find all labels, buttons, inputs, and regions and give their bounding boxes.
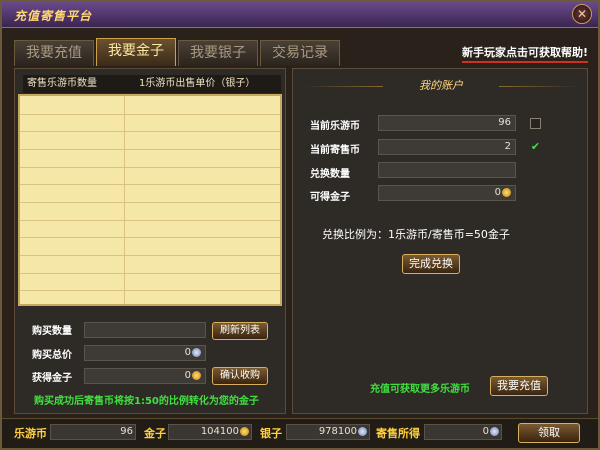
silver-coin-icon bbox=[192, 347, 201, 357]
total-row: 购买总价 bbox=[32, 346, 72, 361]
row-divider bbox=[20, 219, 280, 221]
exchange-qty-label: 兑换数量 bbox=[310, 169, 350, 180]
footer-coin-label: 乐游币 bbox=[14, 427, 47, 440]
window-title: 充值寄售平台 bbox=[14, 9, 93, 23]
column-header-quantity: 寄售乐游币数量 bbox=[27, 78, 97, 89]
qty-input[interactable] bbox=[84, 322, 206, 338]
gold-coin-icon bbox=[240, 426, 249, 436]
exchange-ratio: 兑换比例为：1乐游币/寄售币=50金子 bbox=[322, 228, 510, 241]
recharge-button[interactable]: 我要充值 bbox=[490, 376, 548, 396]
gold-coin-icon bbox=[502, 187, 511, 197]
total-price-field: 0 bbox=[84, 345, 206, 361]
titlebar: 充值寄售平台 ✕ bbox=[2, 2, 598, 28]
footer-consign-field: 0 bbox=[424, 424, 502, 440]
consign-coin-field: 2 bbox=[378, 139, 516, 155]
checkmark-icon: ✔ bbox=[530, 140, 541, 153]
listing-table[interactable] bbox=[18, 94, 282, 306]
footer-gold-label: 金子 bbox=[144, 427, 166, 440]
claim-button[interactable]: 领取 bbox=[518, 423, 580, 443]
footer-coin-field: 96 bbox=[50, 424, 136, 440]
gold-gain-label: 可得金子 bbox=[310, 192, 350, 203]
gold-gain-value: 0 bbox=[184, 370, 191, 381]
gold-gain-field: 0 bbox=[84, 368, 206, 384]
row-divider bbox=[20, 184, 280, 186]
gold-label: 获得金子 bbox=[32, 373, 72, 384]
listing-header: 寄售乐游币数量 1乐游币出售单价（银子） bbox=[23, 75, 281, 93]
recharge-tip: 充值可获取更多乐游币 bbox=[370, 384, 470, 395]
gold-row: 获得金子 bbox=[32, 369, 72, 384]
account-gold-field: 0 bbox=[378, 185, 516, 201]
row-divider bbox=[20, 255, 280, 256]
footer-consign-label: 寄售所得 bbox=[376, 427, 420, 440]
tab-buy-gold[interactable]: 我要金子 bbox=[96, 38, 176, 66]
current-coin-field: 96 bbox=[378, 115, 516, 131]
gold-coin-icon bbox=[192, 370, 201, 380]
exchange-qty-input[interactable] bbox=[378, 162, 516, 178]
column-header-unit-price: 1乐游币出售单价（银子） bbox=[139, 78, 256, 89]
row-divider bbox=[20, 149, 280, 150]
tab-trade-history[interactable]: 交易记录 bbox=[260, 40, 340, 66]
row-divider bbox=[20, 272, 280, 274]
row-divider bbox=[20, 113, 280, 115]
silver-coin-icon bbox=[358, 426, 367, 436]
account-gold-value: 0 bbox=[494, 187, 501, 198]
footer-consign-value: 0 bbox=[482, 426, 489, 437]
consign-coin-label: 当前寄售币 bbox=[310, 145, 360, 156]
row-divider bbox=[20, 237, 280, 239]
qty-label: 购买数量 bbox=[32, 326, 72, 337]
tab-recharge[interactable]: 我要充值 bbox=[14, 40, 94, 66]
tab-buy-silver[interactable]: 我要银子 bbox=[178, 40, 258, 66]
refresh-list-button[interactable]: 刷新列表 bbox=[212, 322, 268, 340]
help-link[interactable]: 新手玩家点击可获取帮助! bbox=[461, 44, 588, 63]
current-coin-label: 当前乐游币 bbox=[310, 121, 360, 132]
consign-coin-checkbox[interactable]: ✔ bbox=[530, 140, 541, 153]
current-coin-checkbox[interactable] bbox=[530, 118, 541, 129]
qty-row: 购买数量 bbox=[32, 322, 72, 337]
complete-exchange-button[interactable]: 完成兑换 bbox=[402, 254, 460, 274]
confirm-purchase-button[interactable]: 确认收购 bbox=[212, 367, 268, 385]
close-icon[interactable]: ✕ bbox=[572, 4, 592, 24]
account-header: 我的账户 bbox=[419, 79, 463, 92]
footer-bar: 乐游币 96 金子 104100 银子 978100 寄售所得 0 领取 bbox=[2, 418, 598, 448]
header-divider-left bbox=[303, 86, 383, 87]
footer-silver-value: 978100 bbox=[318, 426, 357, 437]
conversion-notice: 购买成功后寄售币将按1:50的比例转化为您的金子 bbox=[34, 396, 259, 407]
row-divider bbox=[20, 166, 280, 168]
footer-silver-label: 银子 bbox=[260, 427, 282, 440]
total-label: 购买总价 bbox=[32, 350, 72, 361]
header-divider-right bbox=[499, 86, 579, 87]
consignment-window: 充值寄售平台 ✕ 我要充值 我要金子 我要银子 交易记录 新手玩家点击可获取帮助… bbox=[0, 0, 600, 450]
row-divider bbox=[20, 290, 280, 292]
silver-coin-icon bbox=[490, 426, 499, 436]
row-divider bbox=[20, 202, 280, 203]
footer-gold-value: 104100 bbox=[200, 426, 239, 437]
footer-gold-field: 104100 bbox=[168, 424, 252, 440]
footer-silver-field: 978100 bbox=[286, 424, 370, 440]
total-price-value: 0 bbox=[184, 347, 191, 358]
row-divider bbox=[20, 131, 280, 133]
